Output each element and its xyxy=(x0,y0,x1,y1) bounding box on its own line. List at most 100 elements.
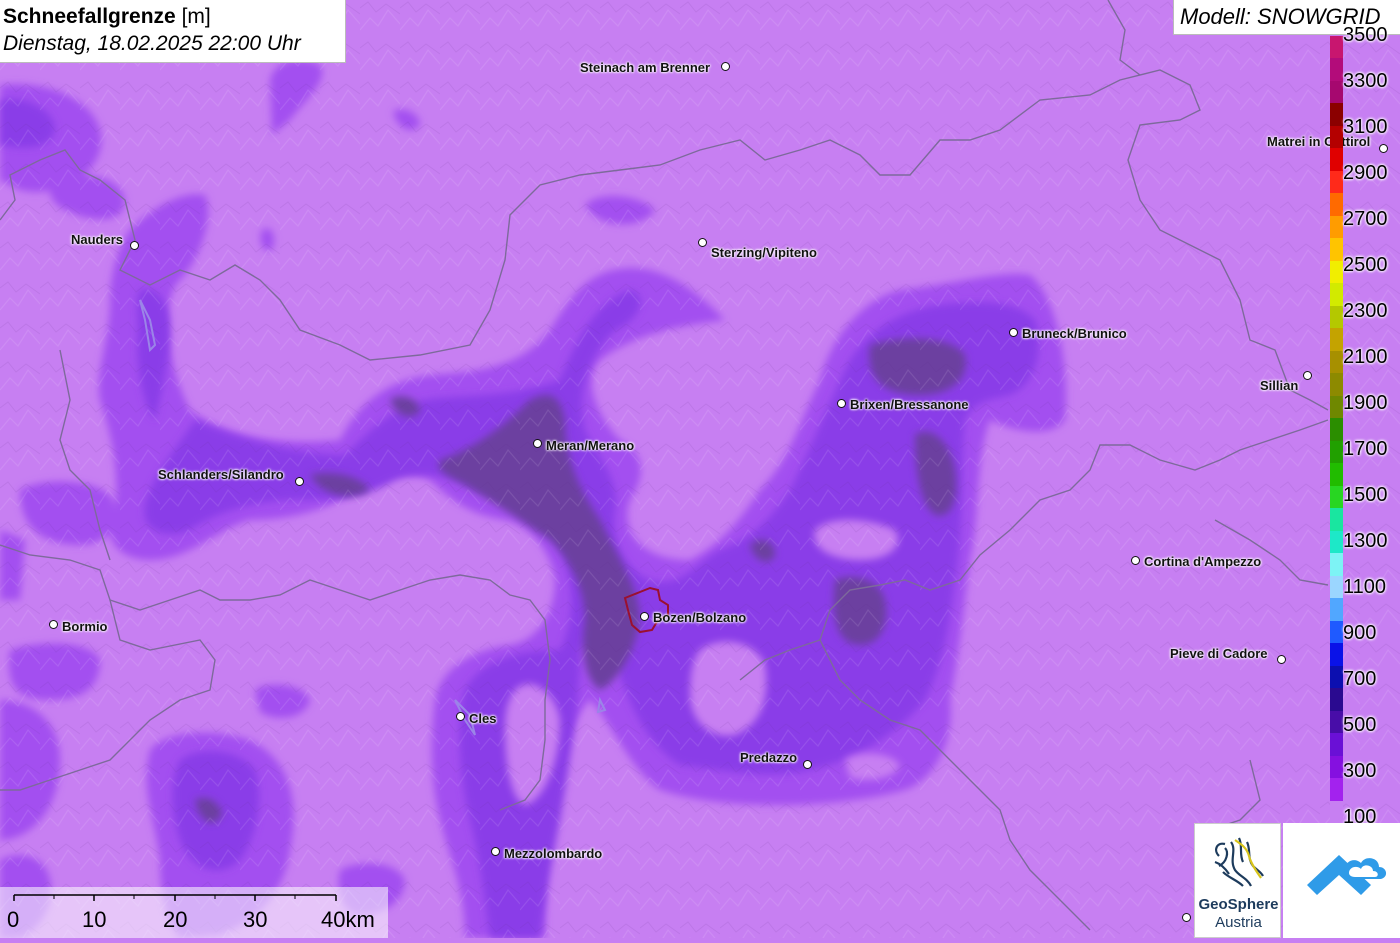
city-dot[interactable] xyxy=(640,612,649,621)
legend-swatch xyxy=(1330,778,1343,802)
legend-label: 2100 xyxy=(1343,346,1388,368)
city-dot[interactable] xyxy=(1009,328,1018,337)
legend-label: 700 xyxy=(1343,668,1377,690)
legend-swatch xyxy=(1330,260,1343,284)
city-dot[interactable] xyxy=(1303,371,1312,380)
city-dot[interactable] xyxy=(1131,556,1140,565)
legend-label: 2500 xyxy=(1343,254,1388,276)
city-dot[interactable] xyxy=(803,760,812,769)
geosphere-name: GeoSphere xyxy=(1198,896,1279,913)
legend-swatch xyxy=(1330,755,1343,779)
legend-swatch xyxy=(1330,575,1343,599)
geosphere-mark-icon xyxy=(1214,837,1264,887)
city-label: Cortina d'Ampezzo xyxy=(1144,554,1262,569)
city-dot[interactable] xyxy=(721,62,730,71)
legend-swatch xyxy=(1330,350,1343,374)
legend-swatch xyxy=(1330,395,1343,419)
warning-app-logo[interactable] xyxy=(1283,823,1400,938)
city-label: Bozen/Bolzano xyxy=(653,610,747,625)
city-dot[interactable] xyxy=(1182,913,1191,922)
scale-label-10: 10 xyxy=(82,907,107,932)
legend-swatch xyxy=(1330,373,1343,397)
legend-label: 2700 xyxy=(1343,208,1388,230)
legend-swatch xyxy=(1330,440,1343,464)
legend-swatch xyxy=(1330,328,1343,352)
legend-label: 300 xyxy=(1343,760,1377,782)
legend-swatch xyxy=(1330,553,1343,577)
legend-swatch xyxy=(1330,508,1343,532)
legend-swatch xyxy=(1330,485,1343,509)
city-dot[interactable] xyxy=(698,238,707,247)
legend-label: 2300 xyxy=(1343,300,1388,322)
city-label: Bruneck/Brunico xyxy=(1022,326,1127,341)
title-unit: [m] xyxy=(175,5,211,28)
cloud-arrow-icon xyxy=(1307,855,1387,895)
city-dot[interactable] xyxy=(456,712,465,721)
legend-swatch xyxy=(1330,125,1343,150)
scale-label-20: 20 xyxy=(163,907,188,932)
legend-swatch xyxy=(1330,170,1343,194)
city-dot[interactable] xyxy=(49,620,58,629)
legend-label: 3100 xyxy=(1343,116,1388,138)
city-dot[interactable] xyxy=(130,241,139,250)
legend-swatch xyxy=(1330,283,1343,307)
legend-swatch xyxy=(1330,598,1343,622)
map-datetime: Dienstag, 18.02.2025 22:00 Uhr xyxy=(3,32,301,55)
city-dot[interactable] xyxy=(295,477,304,486)
map-title: Schneefallgrenze [m] xyxy=(3,3,345,30)
legend-swatch xyxy=(1330,530,1343,554)
city-label: Cles xyxy=(469,711,497,726)
legend-swatch xyxy=(1330,103,1343,127)
legend-swatch xyxy=(1330,148,1343,172)
city-label: Sterzing/Vipiteno xyxy=(711,245,817,260)
legend-label: 1300 xyxy=(1343,530,1388,552)
city-label: Mezzolombardo xyxy=(504,846,603,861)
city-dot[interactable] xyxy=(491,847,500,856)
legend-label: 2900 xyxy=(1343,162,1388,184)
legend-swatch xyxy=(1330,305,1343,329)
legend-swatch xyxy=(1330,733,1343,757)
legend-label: 1100 xyxy=(1343,576,1387,598)
city-label: Meran/Merano xyxy=(546,438,635,453)
city-dot[interactable] xyxy=(837,399,846,408)
legend-label: 3500 xyxy=(1343,24,1388,46)
legend-swatch xyxy=(1330,643,1343,667)
legend-swatch xyxy=(1330,215,1343,239)
legend-swatch xyxy=(1330,58,1343,82)
legend-label: 500 xyxy=(1343,714,1377,736)
legend-swatch xyxy=(1330,665,1343,689)
scale-label-40km: 40km xyxy=(321,907,375,932)
geosphere-logo[interactable]: GeoSphere Austria xyxy=(1194,823,1281,938)
city-label: Predazzo xyxy=(740,750,798,765)
legend-label: 1500 xyxy=(1343,484,1388,506)
city-label: Bormio xyxy=(62,619,108,634)
title-label: Schneefallgrenze xyxy=(3,5,176,28)
legend-swatch xyxy=(1330,620,1343,644)
scale-bar: 0 10 20 30 40km xyxy=(0,887,388,938)
legend-label: 1900 xyxy=(1343,392,1388,414)
scale-label-0: 0 xyxy=(7,907,20,932)
legend-label: 900 xyxy=(1343,622,1377,644)
city-dot[interactable] xyxy=(1277,655,1286,664)
legend-swatch xyxy=(1330,80,1343,105)
legend-swatch xyxy=(1330,193,1343,217)
city-label: Schlanders/Silandro xyxy=(158,467,284,482)
legend-label: 1700 xyxy=(1343,438,1388,460)
map-title-box: Schneefallgrenze [m] Dienstag, 18.02.202… xyxy=(0,0,346,63)
city-label: Brixen/Bressanone xyxy=(850,397,969,412)
legend-swatch xyxy=(1330,688,1343,712)
scale-bar-line xyxy=(13,894,337,901)
scale-label-30: 30 xyxy=(243,907,268,932)
legend-swatch xyxy=(1330,418,1343,442)
legend-swatch xyxy=(1330,238,1343,262)
legend-swatch xyxy=(1330,36,1343,60)
legend-swatch xyxy=(1330,463,1343,487)
legend-swatch xyxy=(1330,710,1343,734)
city-dot[interactable] xyxy=(533,439,542,448)
city-label: Nauders xyxy=(71,232,124,247)
city-label: Sillian xyxy=(1260,378,1299,393)
city-label: Pieve di Cadore xyxy=(1170,646,1268,661)
legend-swatch xyxy=(1330,800,1343,824)
geosphere-country: Austria xyxy=(1215,914,1262,931)
color-legend: 3500 3300 3100 2900 2700 2500 2300 2100 1900 1700… xyxy=(1328,24,1400,828)
